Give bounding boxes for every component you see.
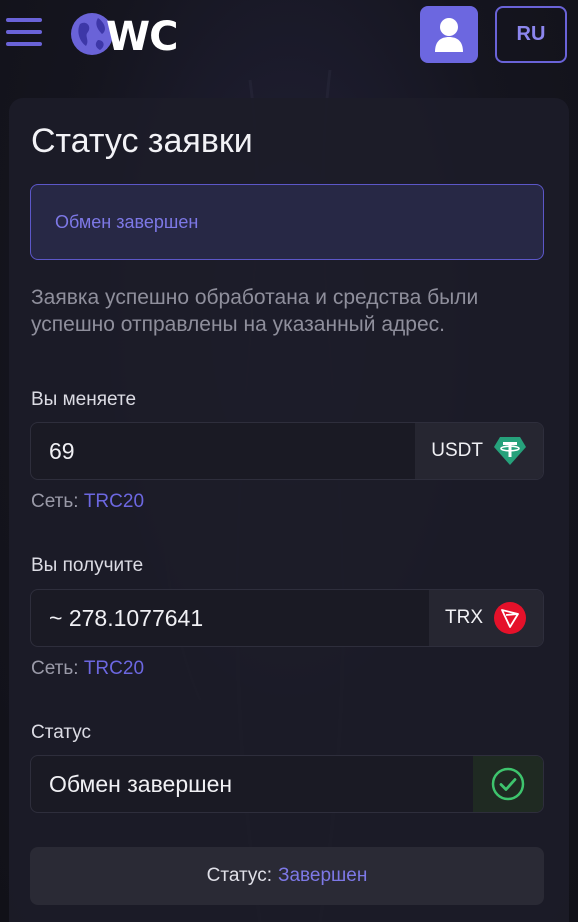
send-label: Вы меняете: [31, 389, 137, 410]
status-label: Статус: [31, 722, 92, 743]
send-network: Сеть: TRC20: [31, 491, 144, 513]
receive-currency: TRX: [429, 590, 543, 646]
send-currency: USDT: [415, 423, 543, 479]
receive-label: Вы получите: [31, 555, 144, 576]
send-currency-label: USDT: [431, 440, 483, 461]
user-icon: [435, 17, 463, 52]
status-value: Обмен завершен: [49, 770, 233, 797]
send-network-label: Сеть:: [31, 491, 79, 512]
status-ok: [473, 756, 543, 812]
logo[interactable]: WC: [68, 10, 188, 60]
menu-icon[interactable]: [6, 18, 44, 50]
top-header: WC RU: [0, 0, 578, 80]
page-title: Статус заявки: [31, 122, 253, 160]
receive-network-label: Сеть:: [31, 658, 79, 679]
receive-amount: ~ 278.1077641: [49, 604, 204, 631]
status-description: Заявка успешно обработана и средства был…: [31, 286, 479, 336]
status-footer: Статус: Завершен: [30, 847, 544, 905]
language-button[interactable]: RU: [495, 6, 567, 63]
receive-amount-field: ~ 278.1077641 TRX: [30, 589, 544, 647]
send-network-value: TRC20: [83, 491, 145, 512]
send-amount-field: 69 USDT: [30, 422, 544, 480]
user-profile-button[interactable]: [420, 6, 478, 63]
tether-icon: [494, 437, 526, 465]
receive-network-value: TRC20: [83, 658, 145, 679]
footer-status-value: Завершен: [277, 865, 368, 886]
send-amount: 69: [49, 437, 75, 464]
status-field: Обмен завершен: [30, 755, 544, 813]
logo-text: WC: [106, 14, 178, 60]
check-circle-icon: [491, 767, 525, 801]
footer-status-label: Статус:: [206, 865, 272, 886]
receive-currency-label: TRX: [445, 607, 483, 628]
tron-icon: [494, 602, 526, 634]
status-alert: Обмен завершен: [30, 184, 544, 260]
receive-network: Сеть: TRC20: [31, 658, 144, 680]
